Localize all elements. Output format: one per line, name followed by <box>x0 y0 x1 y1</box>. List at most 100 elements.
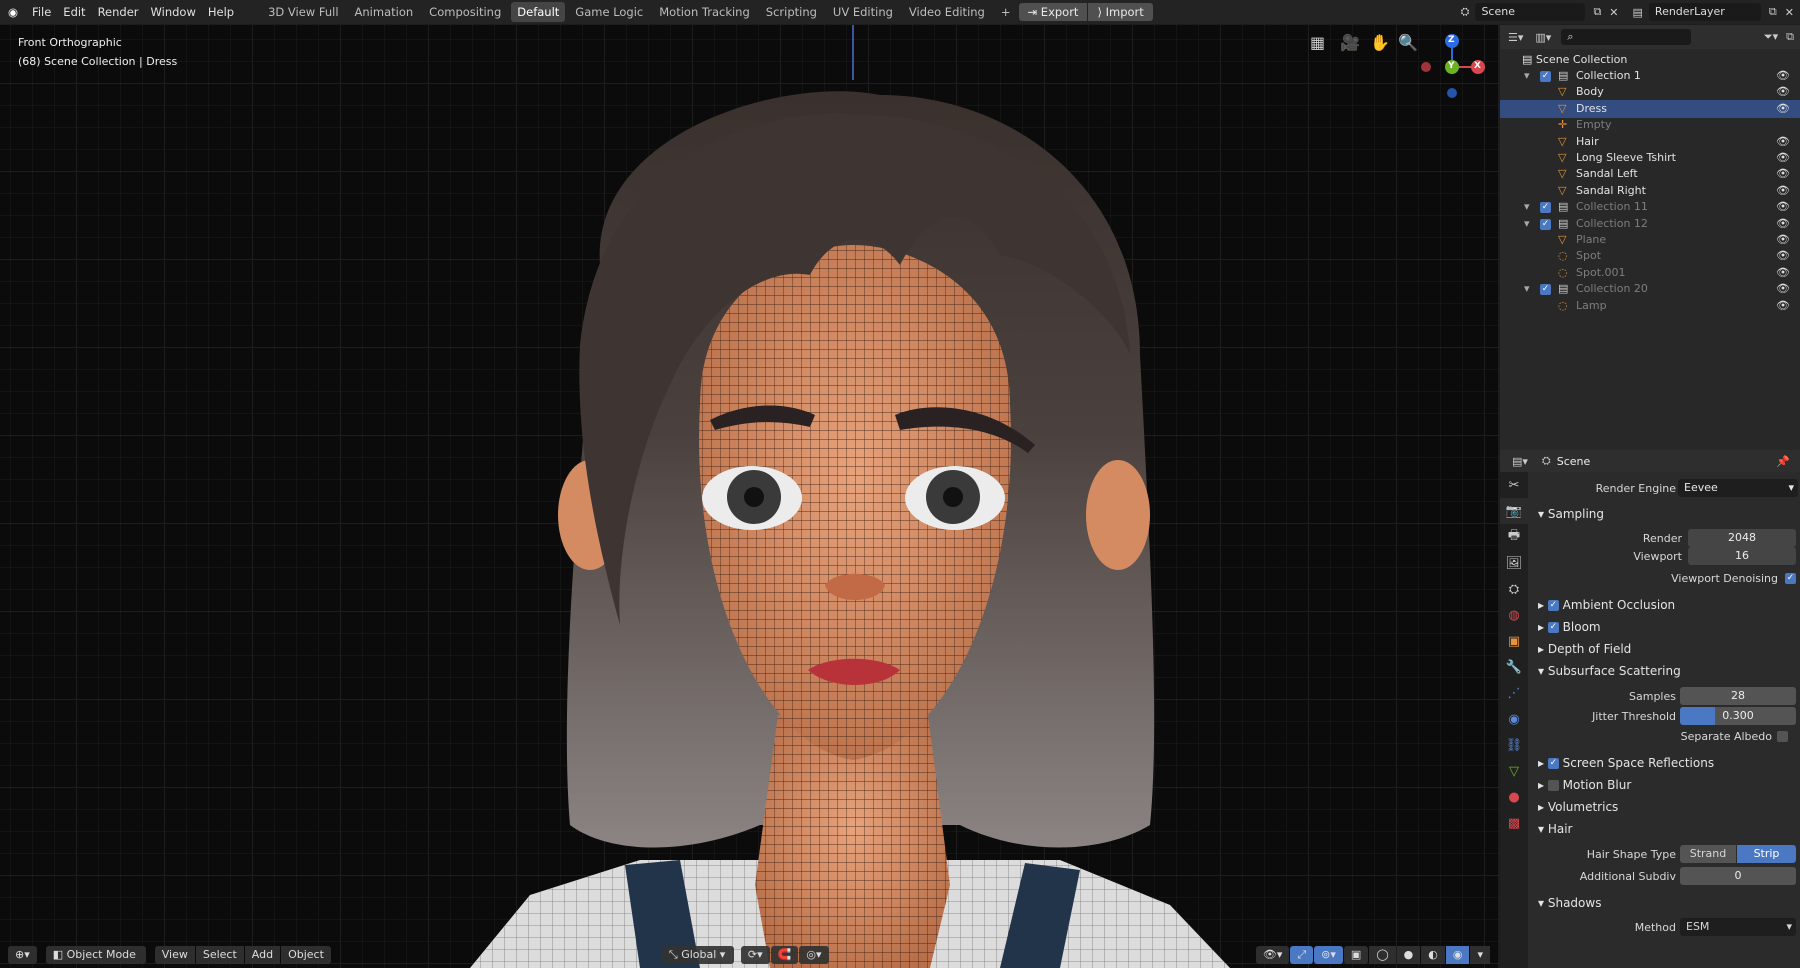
outliner-row[interactable]: ✛ Empty <box>1500 116 1800 134</box>
snap-icon[interactable]: 🧲 <box>770 946 799 964</box>
outliner-row[interactable]: ◌ Spot.001 👁 <box>1500 264 1800 282</box>
outliner-editor-icon[interactable]: ☰▾ <box>1508 31 1523 44</box>
scene-icon[interactable]: ⛭ <box>1461 5 1470 19</box>
outliner-row[interactable]: ▾ ▤ Collection 12 👁 <box>1500 215 1800 233</box>
remove-layer-icon[interactable]: ✕ <box>1785 6 1794 19</box>
additional-subdiv-field[interactable]: 0 <box>1680 867 1796 885</box>
material-tab-icon[interactable]: ● <box>1500 784 1528 810</box>
tab-compositing[interactable]: Compositing <box>423 2 507 22</box>
outliner-row[interactable]: ▾ ▤ Collection 1 👁 <box>1500 67 1800 85</box>
remove-scene-icon[interactable]: ✕ <box>1609 6 1618 19</box>
tab-motion-tracking[interactable]: Motion Tracking <box>653 2 756 22</box>
shading-solid-icon[interactable]: ● <box>1396 946 1421 964</box>
tab-game-logic[interactable]: Game Logic <box>569 2 649 22</box>
outliner-row[interactable]: ▽ Hair 👁 <box>1500 133 1800 151</box>
subsurface-scattering-section[interactable]: ▾ Subsurface Scattering <box>1528 660 1800 682</box>
collection-checkbox[interactable] <box>1540 202 1551 214</box>
shading-options-icon[interactable]: ▾ <box>1470 946 1490 964</box>
orientation-dropdown[interactable]: ⤡ Global ▾ <box>661 946 734 964</box>
ambient-occlusion-checkbox[interactable] <box>1547 600 1559 611</box>
outliner-row[interactable]: ▽ Body 👁 <box>1500 83 1800 101</box>
object-menu[interactable]: Object <box>281 946 331 964</box>
outliner-row[interactable]: ▽ Plane 👁 <box>1500 231 1800 249</box>
tool-tab-icon[interactable]: ✂ <box>1500 472 1528 498</box>
eye-icon[interactable]: 👁 <box>1776 67 1790 85</box>
toggle-grid-icon[interactable]: ▦ <box>1310 33 1325 52</box>
editor-type-icon[interactable]: ⊕▾ <box>8 946 37 964</box>
outliner-row[interactable]: ▽ Sandal Left 👁 <box>1500 165 1800 183</box>
menu-help[interactable]: Help <box>202 0 240 24</box>
camera-view-icon[interactable]: 🎥 <box>1340 33 1360 52</box>
object-tab-icon[interactable]: ▣ <box>1500 628 1528 654</box>
shading-material-icon[interactable]: ◐ <box>1421 946 1445 964</box>
blender-logo-icon[interactable]: ◉ <box>0 0 26 24</box>
eye-icon[interactable]: 👁 <box>1776 133 1790 151</box>
depth-of-field-section[interactable]: ▸ Depth of Field <box>1528 638 1800 660</box>
expand-icon[interactable]: ▾ <box>1524 198 1530 216</box>
collection-checkbox[interactable] <box>1540 284 1551 296</box>
3d-viewport[interactable]: Front Orthographic (68) Scene Collection… <box>0 25 1498 968</box>
viewport-samples-field[interactable]: 16 <box>1688 547 1796 565</box>
outliner-row[interactable]: ▾ ▤ Collection 20 👁 <box>1500 280 1800 298</box>
select-menu[interactable]: Select <box>195 946 244 964</box>
export-button[interactable]: ⇥ Export <box>1018 3 1088 21</box>
expand-icon[interactable]: ▾ <box>1524 215 1530 233</box>
eye-icon[interactable]: 👁 <box>1776 231 1790 249</box>
tab-uv-editing[interactable]: UV Editing <box>827 2 899 22</box>
tab-scripting[interactable]: Scripting <box>760 2 823 22</box>
view-layer-tab-icon[interactable]: 🖼 <box>1500 550 1528 576</box>
eye-icon[interactable]: 👁 <box>1776 165 1790 183</box>
outliner-row[interactable]: ▽ Long Sleeve Tshirt 👁 <box>1500 149 1800 167</box>
eye-icon[interactable]: 👁 <box>1776 198 1790 216</box>
sampling-section[interactable]: ▾ Sampling <box>1528 503 1800 525</box>
expand-icon[interactable]: ▾ <box>1524 280 1530 298</box>
jitter-threshold-slider[interactable]: 0.300 <box>1680 707 1796 725</box>
shading-rendered-icon[interactable]: ◉ <box>1445 946 1470 964</box>
ambient-occlusion-section[interactable]: ▸ Ambient Occlusion <box>1528 594 1800 616</box>
outliner-row[interactable]: ◌ Spot 👁 <box>1500 247 1800 265</box>
menu-render[interactable]: Render <box>92 0 145 24</box>
outliner-row[interactable]: ▾ ▤ Collection 11 👁 <box>1500 198 1800 216</box>
outliner-row[interactable]: ▽ Dress 👁 <box>1500 99 1800 118</box>
visibility-icon[interactable]: 👁▾ <box>1255 946 1290 964</box>
tab-video-editing[interactable]: Video Editing <box>903 2 991 22</box>
eye-icon[interactable]: 👁 <box>1776 182 1790 200</box>
shadow-method-dropdown[interactable]: ESM ▾ <box>1680 918 1796 936</box>
outliner-row[interactable]: ▽ Sandal Right 👁 <box>1500 182 1800 200</box>
gizmo-toggle-icon[interactable]: ⤢ <box>1290 946 1314 964</box>
separate-albedo-checkbox[interactable] <box>1777 730 1788 742</box>
eye-icon[interactable]: 👁 <box>1776 264 1790 282</box>
filter-icon[interactable]: ⏷▾ <box>1764 30 1778 44</box>
new-collection-icon[interactable]: ⧉ <box>1786 30 1794 44</box>
import-button[interactable]: ⟩ Import <box>1088 3 1153 21</box>
view-menu[interactable]: View <box>154 946 195 964</box>
ssr-checkbox[interactable] <box>1547 758 1559 769</box>
new-scene-icon[interactable]: ⧉ <box>1593 5 1601 19</box>
outliner-row[interactable]: ◌ Lamp 👁 <box>1500 297 1800 315</box>
eye-icon[interactable]: 👁 <box>1776 149 1790 167</box>
bloom-section[interactable]: ▸ Bloom <box>1528 616 1800 638</box>
eye-icon[interactable]: 👁 <box>1776 100 1790 118</box>
tab-animation[interactable]: Animation <box>349 2 420 22</box>
object-mode-dropdown[interactable]: ◧ Object Mode ▾ <box>45 946 146 968</box>
menu-window[interactable]: Window <box>145 0 202 24</box>
volumetrics-section[interactable]: ▸ Volumetrics <box>1528 796 1800 818</box>
eye-icon[interactable]: 👁 <box>1776 297 1790 315</box>
strip-option[interactable]: Strip <box>1737 845 1796 863</box>
expand-icon[interactable]: ▾ <box>1524 67 1530 85</box>
hair-section[interactable]: ▾ Hair <box>1528 818 1800 840</box>
render-engine-dropdown[interactable]: Eevee ▾ <box>1678 479 1798 497</box>
sss-samples-field[interactable]: 28 <box>1680 687 1796 705</box>
shadows-section[interactable]: ▾ Shadows <box>1528 892 1800 914</box>
outliner-search-input[interactable]: ⌕ <box>1561 29 1692 45</box>
world-tab-icon[interactable]: ◍ <box>1500 602 1528 628</box>
scene-field[interactable]: Scene <box>1475 3 1586 21</box>
navigation-gizmo[interactable]: Z Y X <box>1410 27 1490 107</box>
shading-wireframe-icon[interactable]: ◯ <box>1369 946 1396 964</box>
particles-tab-icon[interactable]: ⋰ <box>1500 680 1528 706</box>
texture-tab-icon[interactable]: ▩ <box>1500 810 1528 836</box>
overlay-icon[interactable]: ⊚▾ <box>1314 946 1343 964</box>
tab-3d-view-full[interactable]: 3D View Full <box>262 2 344 22</box>
ssr-section[interactable]: ▸ Screen Space Reflections <box>1528 752 1800 774</box>
layer-icon[interactable]: ▤ <box>1633 6 1643 19</box>
